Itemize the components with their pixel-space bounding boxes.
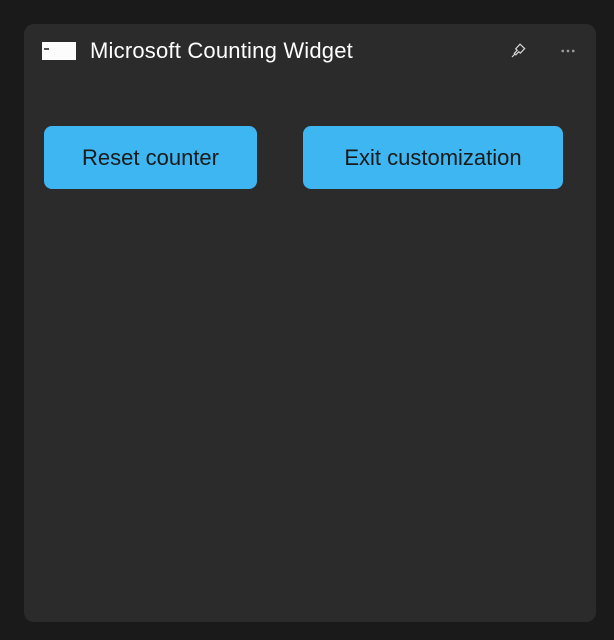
widget-content: Reset counter Exit customization bbox=[24, 74, 596, 209]
reset-counter-button[interactable]: Reset counter bbox=[44, 126, 257, 189]
more-options-icon[interactable] bbox=[558, 41, 578, 61]
pin-icon[interactable] bbox=[508, 41, 528, 61]
exit-customization-button[interactable]: Exit customization bbox=[303, 126, 563, 189]
widget-app-icon bbox=[42, 42, 76, 60]
widget-title: Microsoft Counting Widget bbox=[90, 38, 494, 64]
widget-header: Microsoft Counting Widget bbox=[24, 24, 596, 74]
widget-card: Microsoft Counting Widget Reset counter … bbox=[24, 24, 596, 622]
